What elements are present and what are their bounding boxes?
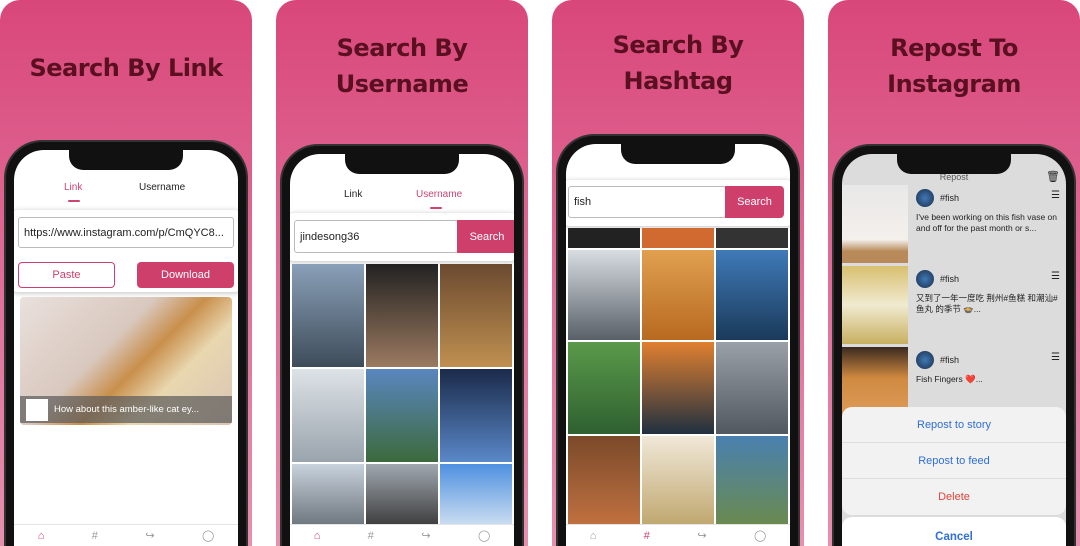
grid-photo[interactable]	[440, 369, 512, 462]
cancel-button[interactable]: Cancel	[842, 517, 1066, 546]
panel-title: Search By Link	[29, 54, 223, 82]
search-button[interactable]: Search	[457, 220, 514, 253]
caption-bar: How about this amber-like cat ey...	[20, 396, 232, 423]
phone-notch	[345, 152, 459, 174]
repost-to-story-button[interactable]: Repost to story	[842, 407, 1066, 443]
list-icon[interactable]: ☰	[1051, 190, 1060, 201]
post-caption: How about this amber-like cat ey...	[54, 404, 200, 415]
phone-notch	[897, 152, 1011, 174]
grid-photo[interactable]	[642, 436, 714, 524]
hashtag-icon[interactable]: #	[92, 530, 98, 542]
tab-link[interactable]: Link	[64, 182, 82, 193]
grid-photo[interactable]	[642, 228, 714, 248]
avatar	[916, 351, 934, 369]
panel-title: Search By	[336, 34, 468, 62]
grid-photo[interactable]	[292, 264, 364, 367]
bottom-nav: ⌂ # ↪ ◯	[290, 524, 514, 546]
link-card: https://www.instagram.com/p/CmQYC8... Pa…	[14, 210, 238, 292]
trash-icon[interactable]: 🗑	[1046, 170, 1060, 183]
list-icon[interactable]: ☰	[1051, 352, 1060, 363]
results-grid	[292, 264, 512, 524]
grid-photo[interactable]	[568, 342, 640, 434]
url-input[interactable]: https://www.instagram.com/p/CmQYC8...	[18, 217, 234, 248]
bottom-nav: ⌂ # ↪ ◯	[566, 524, 790, 546]
grid-photo[interactable]	[716, 436, 788, 524]
share-icon[interactable]: ↪	[145, 529, 154, 542]
panel-title: Repost To	[890, 34, 1018, 62]
grid-photo[interactable]	[440, 264, 512, 367]
grid-photo[interactable]	[292, 369, 364, 462]
grid-photo[interactable]	[366, 264, 438, 367]
share-icon[interactable]: ↪	[697, 529, 706, 542]
home-icon[interactable]: ⌂	[590, 530, 597, 542]
tab-link[interactable]: Link	[344, 189, 362, 200]
search-button[interactable]: Search	[725, 186, 784, 218]
panel-title: Search By	[612, 31, 744, 59]
phone-frame: Link Username jindesong36 Search ⌂ # ↪ ◯	[280, 144, 524, 546]
hashtag-icon[interactable]: #	[368, 530, 374, 542]
grid-photo[interactable]	[642, 342, 714, 434]
user-icon[interactable]: ◯	[202, 529, 214, 542]
delete-button[interactable]: Delete	[842, 479, 1066, 515]
grid-photo[interactable]	[440, 464, 512, 524]
post-image[interactable]: How about this amber-like cat ey...	[20, 297, 232, 425]
user-icon[interactable]: ◯	[754, 529, 766, 542]
phone-frame: Link Username https://www.instagram.com/…	[4, 140, 248, 546]
grid-photo[interactable]	[366, 369, 438, 462]
user-icon[interactable]: ◯	[478, 529, 490, 542]
download-button[interactable]: Download	[137, 262, 234, 288]
phone-notch	[621, 142, 735, 164]
phone-frame: fish Search ⌂ # ↪ ◯	[556, 134, 800, 546]
grid-photo[interactable]	[716, 342, 788, 434]
tab-indicator	[68, 200, 80, 202]
list-item[interactable]: #fish ☰ I've been working on this fish v…	[842, 185, 1066, 263]
hashtag-icon[interactable]: #	[644, 530, 650, 542]
panel-search-by-username: Search By Username Link Username jindeso…	[276, 0, 528, 546]
phone-frame: Repost 🗑 #fish ☰ I've been working on th…	[832, 144, 1076, 546]
panel-repost-to-instagram: Repost To Instagram Repost 🗑 #fish ☰ I'v…	[828, 0, 1080, 546]
panel-title-line2: Instagram	[887, 70, 1021, 98]
grid-photo[interactable]	[568, 250, 640, 340]
grid-photo[interactable]	[366, 464, 438, 524]
grid-photo[interactable]	[716, 228, 788, 248]
tab-username[interactable]: Username	[416, 189, 462, 200]
panel-search-by-hashtag: Search By Hashtag fish Search ⌂ # ↪ ◯	[552, 0, 804, 546]
bottom-nav: ⌂ # ↪ ◯	[14, 524, 238, 546]
tab-indicator	[430, 207, 442, 209]
panel-title-line2: Username	[335, 70, 469, 98]
phone-notch	[69, 148, 183, 170]
avatar	[916, 270, 934, 288]
home-icon[interactable]: ⌂	[314, 530, 321, 542]
results-grid	[568, 228, 788, 524]
tab-username[interactable]: Username	[139, 182, 185, 193]
search-card: fish Search	[566, 180, 790, 226]
home-icon[interactable]: ⌂	[38, 530, 45, 542]
username-input[interactable]: jindesong36	[294, 220, 458, 253]
search-card: jindesong36 Search	[290, 213, 514, 261]
avatar	[916, 189, 934, 207]
action-sheet: Repost to story Repost to feed Delete	[842, 407, 1066, 515]
grid-photo[interactable]	[568, 436, 640, 524]
list-item[interactable]: #fish ☰ 又到了一年一度吃 荆州#鱼糕 和潮汕#鱼丸 的季节 🍲...	[842, 266, 1066, 344]
panel-search-by-link: Search By Link Link Username https://www…	[0, 0, 252, 546]
grid-photo[interactable]	[568, 228, 640, 248]
grid-photo[interactable]	[642, 250, 714, 340]
share-icon[interactable]: ↪	[421, 529, 430, 542]
paste-button[interactable]: Paste	[18, 262, 115, 288]
brand-logo	[26, 398, 48, 421]
grid-photo[interactable]	[716, 250, 788, 340]
panel-title-line2: Hashtag	[623, 67, 734, 95]
hashtag-input[interactable]: fish	[568, 186, 726, 218]
repost-to-feed-button[interactable]: Repost to feed	[842, 443, 1066, 479]
list-icon[interactable]: ☰	[1051, 271, 1060, 282]
grid-photo[interactable]	[292, 464, 364, 524]
